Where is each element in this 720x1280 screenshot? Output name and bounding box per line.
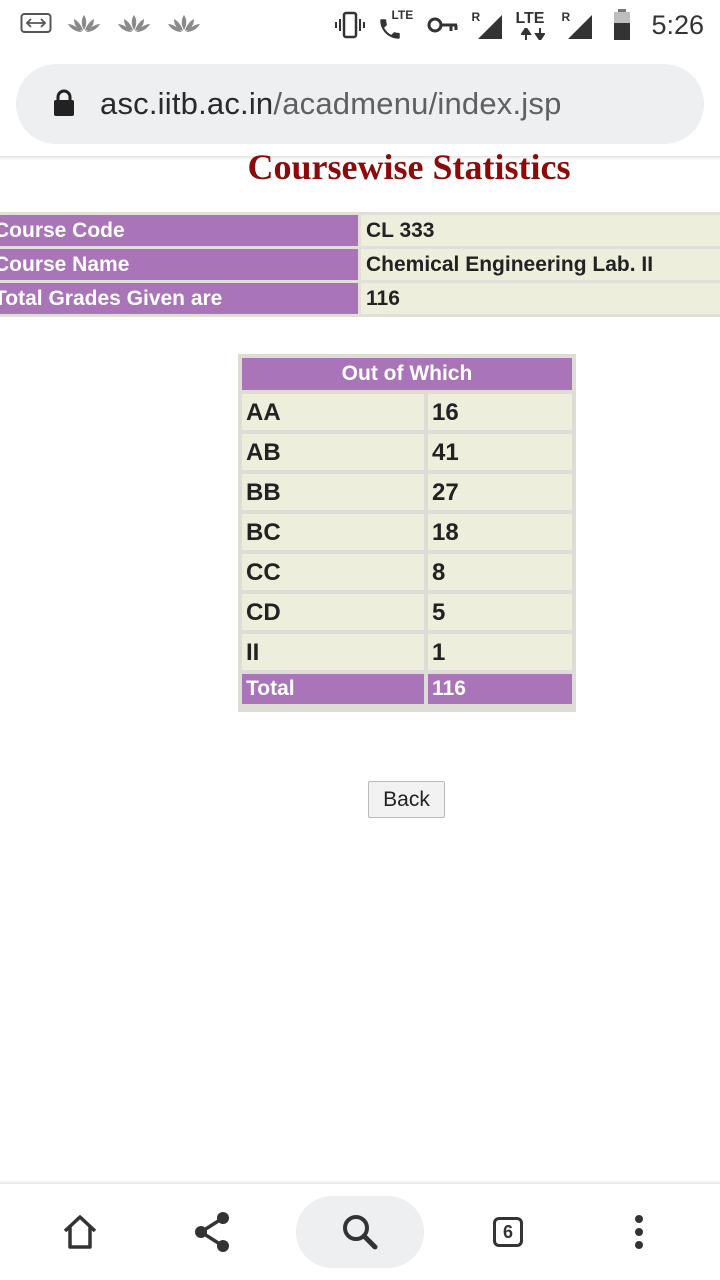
battery-icon [614, 9, 631, 40]
count-cell: 8 [428, 554, 572, 590]
count-cell: 5 [428, 594, 572, 630]
table-row: BC 18 [242, 514, 572, 550]
info-row-course-name: Course Name Chemical Engineering Lab. II [0, 249, 720, 280]
table-row: CD 5 [242, 594, 572, 630]
total-value: 116 [428, 674, 572, 704]
address-bar[interactable]: asc.iitb.ac.in/acadmenu/index.jsp [16, 64, 704, 144]
back-button[interactable]: Back [368, 781, 445, 818]
grade-cell: CC [242, 554, 424, 590]
menu-button[interactable] [614, 1184, 664, 1280]
share-icon [195, 1212, 229, 1252]
table-row: AA 16 [242, 394, 572, 430]
grade-distribution-table: Out of Which AA 16 AB 41 BB 27 BC 18 CC 8 CD 5… [238, 354, 576, 712]
grade-cell: AB [242, 434, 424, 470]
info-label: Course Name [0, 249, 358, 280]
clock: 5:26 [651, 9, 704, 40]
grade-cell: AA [242, 394, 424, 430]
data-arrows-icon [521, 28, 546, 40]
vibrate-icon [335, 11, 366, 39]
info-row-total-grades: Total Grades Given are 116 [0, 283, 720, 314]
total-label: Total [242, 674, 424, 704]
lotus-icon [168, 15, 200, 32]
tab-switcher-button[interactable]: 6 [478, 1184, 538, 1280]
table-row: II 1 [242, 634, 572, 670]
lotus-icon [68, 15, 100, 32]
page-title-text: Coursewise Statistics [247, 147, 571, 182]
signal-icon [478, 15, 503, 39]
vpn-key-icon [427, 17, 458, 33]
status-left [20, 12, 202, 34]
tab-count: 6 [493, 1217, 523, 1247]
grade-cell: II [242, 634, 424, 670]
info-row-course-code: Course Code CL 333 [0, 215, 720, 246]
lte-label: LTE [515, 10, 545, 27]
signal-group-2: R [561, 10, 593, 40]
home-icon [63, 1215, 97, 1249]
table-row: AB 41 [242, 434, 572, 470]
share-button[interactable] [184, 1184, 240, 1280]
lte-label-small: LTE [391, 8, 414, 22]
info-label: Total Grades Given are [0, 283, 358, 314]
grade-cell: CD [242, 594, 424, 630]
search-button[interactable] [296, 1196, 424, 1268]
course-info-table: Course Code CL 333 Course Name Chemical … [0, 212, 720, 317]
lotus-icon [118, 15, 150, 32]
count-cell: 27 [428, 474, 572, 510]
count-cell: 16 [428, 394, 572, 430]
info-value: 116 [361, 283, 720, 314]
count-cell: 1 [428, 634, 572, 670]
search-icon [343, 1215, 378, 1250]
grade-cell: BB [242, 474, 424, 510]
info-label: Course Code [0, 215, 358, 246]
page-title: Coursewise Statistics [0, 140, 720, 182]
more-vertical-icon [635, 1215, 643, 1249]
grade-table-header: Out of Which [242, 358, 572, 390]
browser-bottom-bar: 6 [0, 1184, 720, 1280]
url-host: asc.iitb.ac.in [100, 86, 274, 121]
lte-data-group: LTE [515, 8, 549, 42]
table-row: CC 8 [242, 554, 572, 590]
table-row: BB 27 [242, 474, 572, 510]
url-path: /acadmenu/index.jsp [273, 86, 562, 121]
status-bar: LTE R LTE R 5:26 [0, 0, 720, 50]
keyboard-icon [20, 13, 52, 33]
signal-icon [568, 15, 593, 39]
lock-icon [54, 89, 74, 116]
count-cell: 18 [428, 514, 572, 550]
count-cell: 41 [428, 434, 572, 470]
url-text[interactable]: asc.iitb.ac.in/acadmenu/index.jsp [100, 86, 562, 122]
total-row: Total 116 [242, 674, 572, 704]
home-button[interactable] [52, 1184, 108, 1280]
volte-call-icon: LTE [377, 8, 415, 42]
signal-group-1: R [471, 10, 503, 40]
grade-cell: BC [242, 514, 424, 550]
info-value: CL 333 [361, 215, 720, 246]
status-right: LTE R LTE R 5:26 [335, 8, 704, 42]
info-value: Chemical Engineering Lab. II [361, 249, 720, 280]
